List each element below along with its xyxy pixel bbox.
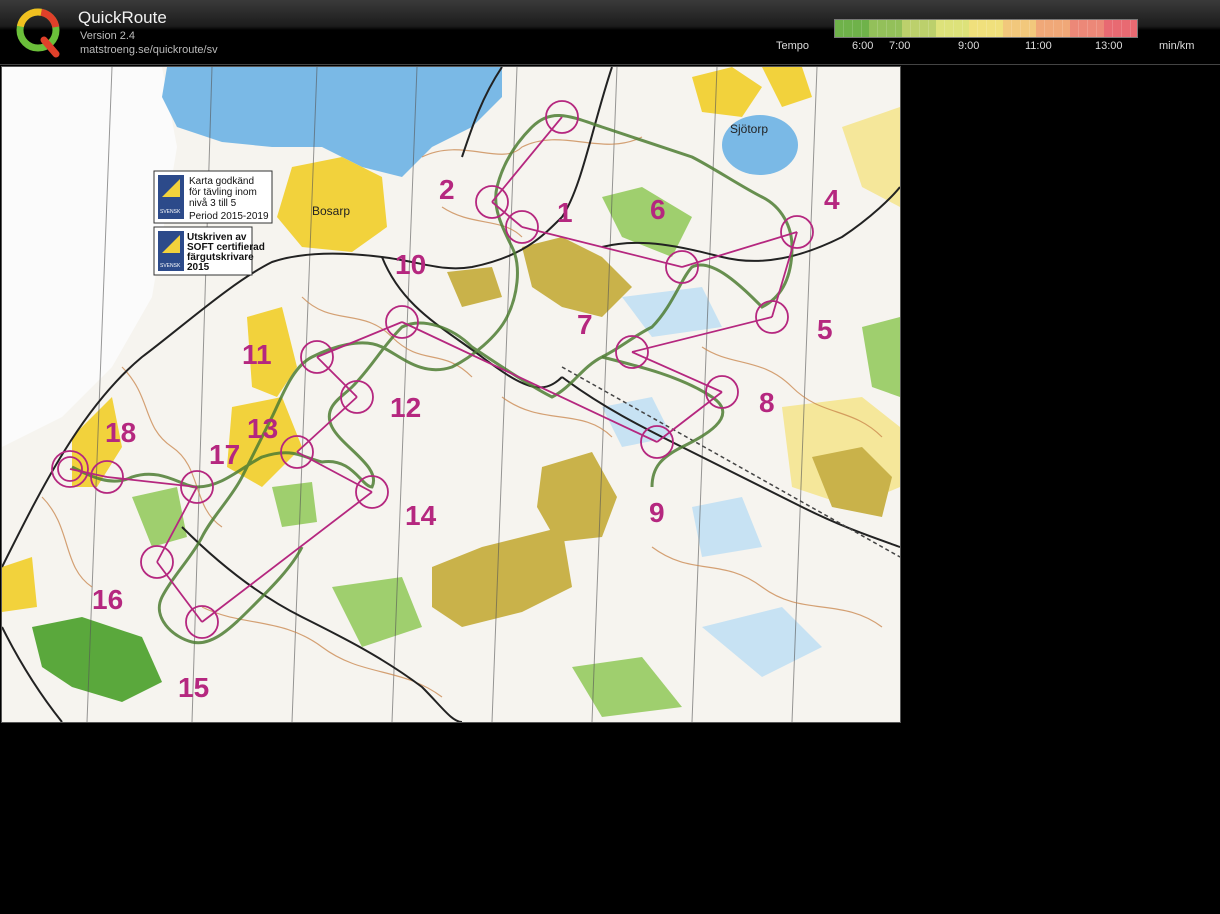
tempo-segment [868, 20, 903, 37]
control-number: 6 [650, 194, 666, 225]
control-number: 2 [439, 174, 455, 205]
tempo-segment [1002, 20, 1037, 37]
control-number: 18 [105, 417, 136, 448]
notice-line: nivå 3 till 5 [189, 197, 237, 209]
control-number: 8 [759, 387, 775, 418]
tempo-segment [935, 20, 970, 37]
header-divider [0, 64, 1220, 65]
place-label-bosarp: Bosarp [312, 204, 350, 218]
tempo-unit: min/km [1159, 40, 1195, 52]
control-number: 17 [209, 439, 240, 470]
control-number: 14 [405, 500, 437, 531]
notice-line: 2015 [187, 262, 210, 273]
tempo-segment [969, 20, 1003, 37]
tempo-segment [1069, 20, 1104, 37]
control-number: 4 [824, 184, 840, 215]
control-number: 16 [92, 584, 123, 615]
notice-line: Karta godkänd [189, 176, 254, 187]
notice-line: för tävling inom [189, 187, 257, 198]
notice-line: Period 2015-2019 [189, 211, 269, 222]
map-canvas[interactable]: 1 2 4 5 6 7 8 9 10 11 12 13 14 15 16 17 … [2, 67, 900, 722]
tempo-gradient-bar [834, 19, 1138, 38]
tempo-label: Tempo [776, 40, 810, 52]
control-number: 7 [577, 309, 593, 340]
tempo-tick: 9:00 [958, 40, 980, 52]
print-logo-text: SVENSK [160, 263, 181, 269]
app-title: QuickRoute [78, 8, 167, 27]
approval-logo-text: SVENSK [160, 209, 181, 215]
control-number: 15 [178, 672, 209, 703]
open-field [2, 557, 37, 612]
app-url[interactable]: matstroeng.se/quickroute/sv [80, 44, 218, 56]
orienteering-map[interactable]: 1 2 4 5 6 7 8 9 10 11 12 13 14 15 16 17 … [1, 66, 901, 723]
control-number: 5 [817, 314, 833, 345]
tempo-segment [902, 20, 936, 37]
tempo-segment [1103, 20, 1138, 37]
tempo-tick: 7:00 [889, 40, 911, 52]
tempo-tick: 11:00 [1025, 40, 1052, 52]
quickroute-logo-icon [16, 8, 60, 58]
control-number: 12 [390, 392, 421, 423]
control-number: 1 [557, 197, 573, 228]
app-header: QuickRoute Version 2.4 matstroeng.se/qui… [0, 0, 1220, 64]
place-label-sjotorp: Sjötorp [730, 122, 768, 136]
app-version: Version 2.4 [80, 30, 136, 42]
control-number: 13 [247, 413, 278, 444]
control-number: 11 [242, 339, 272, 370]
control-number: 9 [649, 497, 665, 528]
tempo-tick: 13:00 [1095, 40, 1123, 52]
tempo-tick: 6:00 [852, 40, 874, 52]
map-print-notice: SVENSK Utskriven av SOFT certifierad fär… [153, 226, 265, 276]
control-number: 10 [395, 249, 426, 280]
tempo-segment [835, 20, 869, 37]
tempo-segment [1036, 20, 1070, 37]
map-approval-notice: SVENSK Karta godkänd för tävling inom ni… [153, 170, 273, 224]
